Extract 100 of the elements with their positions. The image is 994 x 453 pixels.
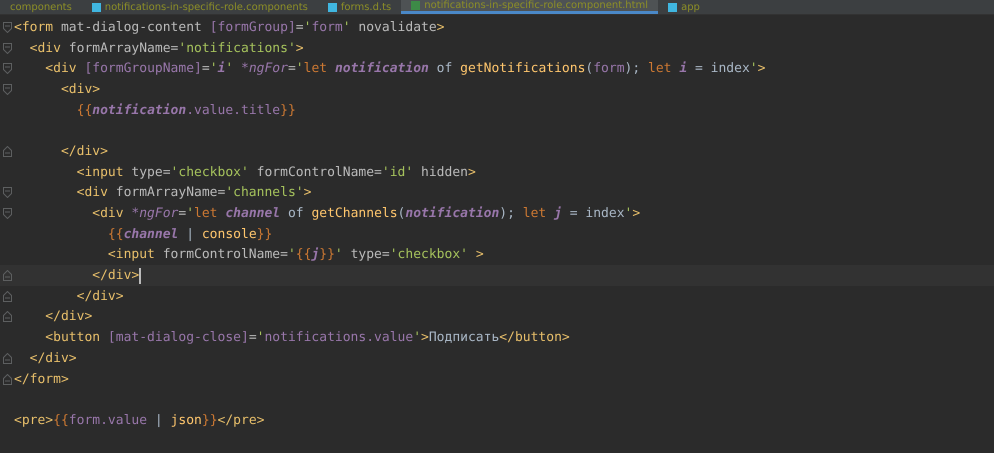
- code-directive: *ngFor: [131, 206, 178, 222]
- code-tag: <div: [14, 61, 84, 76]
- code-function: json: [170, 412, 202, 428]
- code-tag: </form>: [14, 372, 69, 387]
- code-brace: }}: [256, 226, 272, 242]
- code-attribute: =: [288, 61, 296, 76]
- fold-icon[interactable]: [2, 187, 12, 198]
- code-string: ': [750, 61, 758, 76]
- editor-tab[interactable]: app: [658, 0, 710, 14]
- code-binding: form: [311, 20, 343, 35]
- code-tag: </div>: [14, 309, 92, 324]
- code-tag: </pre>: [218, 412, 264, 428]
- code-string: ': [334, 247, 343, 262]
- code-attribute: =: [178, 206, 186, 222]
- file-icon: [668, 2, 678, 12]
- fold-icon[interactable]: [2, 208, 12, 220]
- editor-tab[interactable]: forms.d.ts: [318, 0, 402, 14]
- code-tag: >: [304, 185, 312, 200]
- code-brace: }}: [202, 412, 218, 428]
- code-variable: j: [554, 206, 562, 222]
- code-brace: {{: [53, 412, 69, 428]
- code-function: getNotifications: [460, 61, 586, 76]
- editor-tab[interactable]: notifications-in-specific-role.components: [82, 0, 318, 14]
- code-string: ': [342, 20, 351, 35]
- code-string: 'notifications': [178, 40, 296, 56]
- code-attribute: =: [202, 61, 210, 76]
- code-attribute: =: [296, 20, 304, 35]
- code-tag: >: [632, 206, 640, 222]
- code-variable: notification: [405, 206, 500, 222]
- editor-tab[interactable]: notifications-in-specific-role.component.html: [401, 0, 658, 14]
- code-binding: [formGroupName]: [84, 61, 202, 76]
- code-tag: >: [468, 164, 476, 180]
- code-brace: {{: [106, 226, 124, 242]
- fold-icon[interactable]: [2, 84, 12, 95]
- code-tag: <pre>: [14, 412, 54, 428]
- code-attribute: novalidate: [357, 20, 437, 35]
- code-string: 'checkbox': [390, 247, 468, 262]
- code-string: ': [296, 61, 304, 76]
- code-attribute: formArrayName=: [68, 40, 178, 56]
- code-text: );: [624, 61, 642, 76]
- code-variable: notification: [92, 102, 186, 118]
- fold-icon[interactable]: [2, 63, 12, 74]
- code-brace: }}: [319, 247, 335, 262]
- code-tag: >: [758, 61, 766, 76]
- code-function: console: [202, 226, 257, 242]
- code-variable: notification: [334, 61, 429, 76]
- code-keyword: let: [194, 206, 219, 222]
- code-binding: form: [593, 61, 625, 76]
- code-text: |: [185, 226, 196, 242]
- code-attribute: formControlName=: [162, 247, 288, 262]
- code-string: ': [288, 247, 296, 262]
- code-tag: <form: [14, 20, 54, 35]
- code-keyword: let: [522, 206, 548, 222]
- fold-icon[interactable]: [2, 374, 12, 385]
- code-attribute: formArrayName=: [114, 185, 226, 200]
- code-attribute: hidden: [420, 164, 468, 180]
- code-binding: form.value: [68, 412, 148, 428]
- fold-icon[interactable]: [2, 22, 12, 33]
- file-icon: [328, 2, 337, 12]
- code-brace: }}: [280, 102, 296, 118]
- fold-icon[interactable]: [2, 311, 12, 322]
- code-string: ': [225, 61, 234, 76]
- code-string: ': [256, 330, 264, 346]
- code-tag: >: [436, 20, 444, 35]
- code-binding: [formGroup]: [210, 20, 296, 35]
- code-string: 'channels': [225, 185, 304, 200]
- fold-icon[interactable]: [2, 42, 12, 54]
- fold-icon[interactable]: [2, 146, 12, 157]
- code-tag: </div>: [14, 268, 140, 284]
- code-string: ': [413, 330, 422, 346]
- code-tag: <div>: [14, 82, 100, 97]
- fold-icon[interactable]: [2, 290, 12, 302]
- code-tag: </div>: [14, 144, 108, 159]
- file-icon: [411, 1, 420, 10]
- code-text: |: [154, 412, 164, 428]
- code-binding: .value.title: [186, 102, 280, 118]
- code-text: (: [398, 206, 406, 222]
- code-tag: </div>: [14, 288, 124, 304]
- code-text: = index: [694, 61, 750, 76]
- code-tag: >: [421, 330, 429, 346]
- code-directive: *ngFor: [241, 61, 288, 76]
- code-attribute: type=: [350, 247, 390, 262]
- code-keyword: let: [304, 61, 328, 76]
- code-brace: {{: [76, 102, 92, 118]
- code-tag: >: [296, 40, 304, 56]
- code-text: = index: [568, 206, 625, 222]
- code-text: Подписать: [428, 330, 500, 346]
- code-variable: i: [218, 61, 226, 76]
- code-attribute: =: [248, 330, 257, 346]
- code-tag: <div: [14, 206, 132, 222]
- fold-icon[interactable]: [2, 352, 12, 364]
- code-function: getChannels: [311, 206, 398, 222]
- fold-icon[interactable]: [2, 270, 12, 282]
- code-attribute: mat-dialog-content: [60, 20, 203, 35]
- code-string: ': [304, 20, 312, 35]
- code-tag: <input: [14, 247, 155, 262]
- code-string: 'id': [382, 164, 414, 180]
- code-tag: <input: [14, 164, 124, 180]
- code-string: 'checkbox': [170, 164, 249, 180]
- editor-tab[interactable]: components: [0, 0, 82, 14]
